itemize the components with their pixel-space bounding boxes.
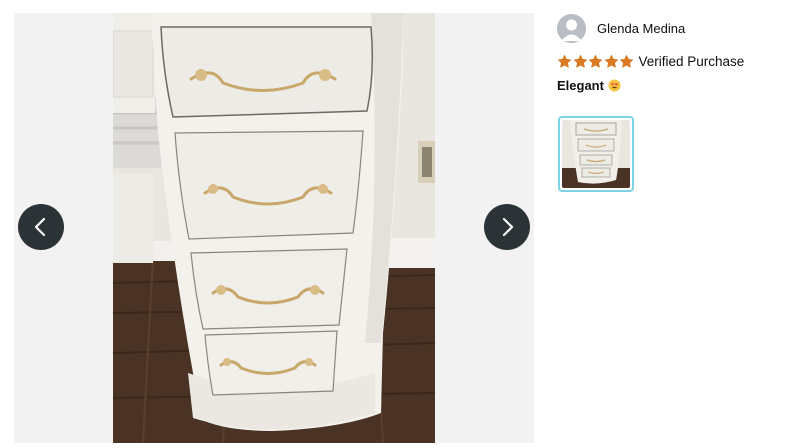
star-icon (604, 54, 618, 68)
star-icon (573, 54, 587, 68)
star-icon (619, 54, 634, 68)
thumbnail-photo (562, 120, 630, 188)
image-thumbnail-selected[interactable] (558, 116, 634, 192)
review-photo (113, 13, 435, 443)
star-icon (557, 54, 572, 68)
rating-row: Verified Purchase (557, 51, 787, 71)
person-icon (557, 13, 586, 43)
heart-eyes-emoji-icon (608, 79, 621, 92)
review-panel: Glenda Medina Verified Purchase Elegant (557, 13, 787, 93)
star-icon (588, 54, 603, 68)
reviewer-name[interactable]: Glenda Medina (597, 21, 685, 36)
previous-image-button[interactable] (18, 204, 64, 250)
next-image-button[interactable] (484, 204, 530, 250)
chevron-left-icon (34, 217, 46, 237)
reviewer-profile[interactable]: Glenda Medina (557, 13, 787, 43)
chevron-right-icon (502, 217, 514, 237)
verified-purchase-badge: Verified Purchase (638, 53, 745, 69)
avatar[interactable] (557, 13, 586, 43)
review-title: Elegant (557, 78, 604, 93)
review-title-row: Elegant (557, 78, 787, 93)
image-viewer (14, 13, 534, 443)
star-rating (557, 54, 635, 69)
